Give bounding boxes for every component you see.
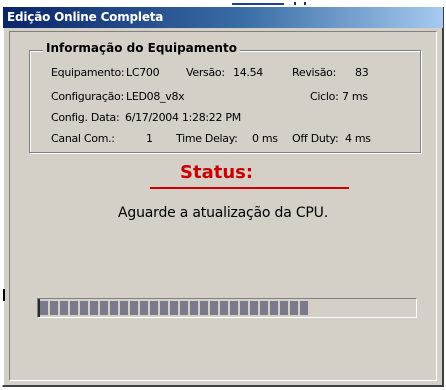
background-mark [304, 2, 306, 5]
title-bar[interactable]: Edição Online Completa [3, 7, 443, 28]
window-edge-marker [3, 289, 5, 301]
canal-com-value: 1 [146, 132, 153, 145]
status-message: Aguarde a atualização da CPU. [118, 205, 328, 221]
status-underline [150, 187, 349, 189]
canal-com-label: Canal Com.: [51, 132, 115, 145]
off-duty-value: 4 ms [345, 132, 371, 145]
configuracao-label: Configuração: [51, 90, 124, 103]
configuracao-value: LED08_v8x [126, 90, 185, 103]
background-mark [294, 2, 296, 5]
status-heading: Status: [0, 162, 446, 183]
equipment-info-heading: Informação do Equipamento [43, 41, 240, 55]
time-delay-value: 0 ms [252, 132, 278, 145]
progress-fill [40, 301, 310, 315]
status-heading-text: Status: [180, 162, 254, 183]
ciclo-label: Ciclo: [310, 90, 339, 103]
progress-track [38, 299, 414, 317]
equipamento-label: Equipamento: [51, 66, 125, 79]
equipamento-value: LC700 [126, 66, 160, 79]
off-duty-label: Off Duty: [292, 132, 339, 145]
time-delay-label: Time Delay: [176, 132, 238, 145]
background-line [232, 3, 284, 5]
versao-label: Versão: [186, 66, 225, 79]
window-title: Edição Online Completa [7, 10, 164, 24]
versao-value: 14.54 [233, 66, 263, 79]
update-progress-bar [37, 298, 417, 318]
config-data-label: Config. Data: [51, 111, 120, 124]
background-strip [0, 0, 446, 7]
ciclo-value: 7 ms [342, 90, 368, 103]
revisao-value: 83 [355, 66, 369, 79]
revisao-label: Revisão: [292, 66, 336, 79]
config-data-value: 6/17/2004 1:28:22 PM [125, 111, 241, 124]
